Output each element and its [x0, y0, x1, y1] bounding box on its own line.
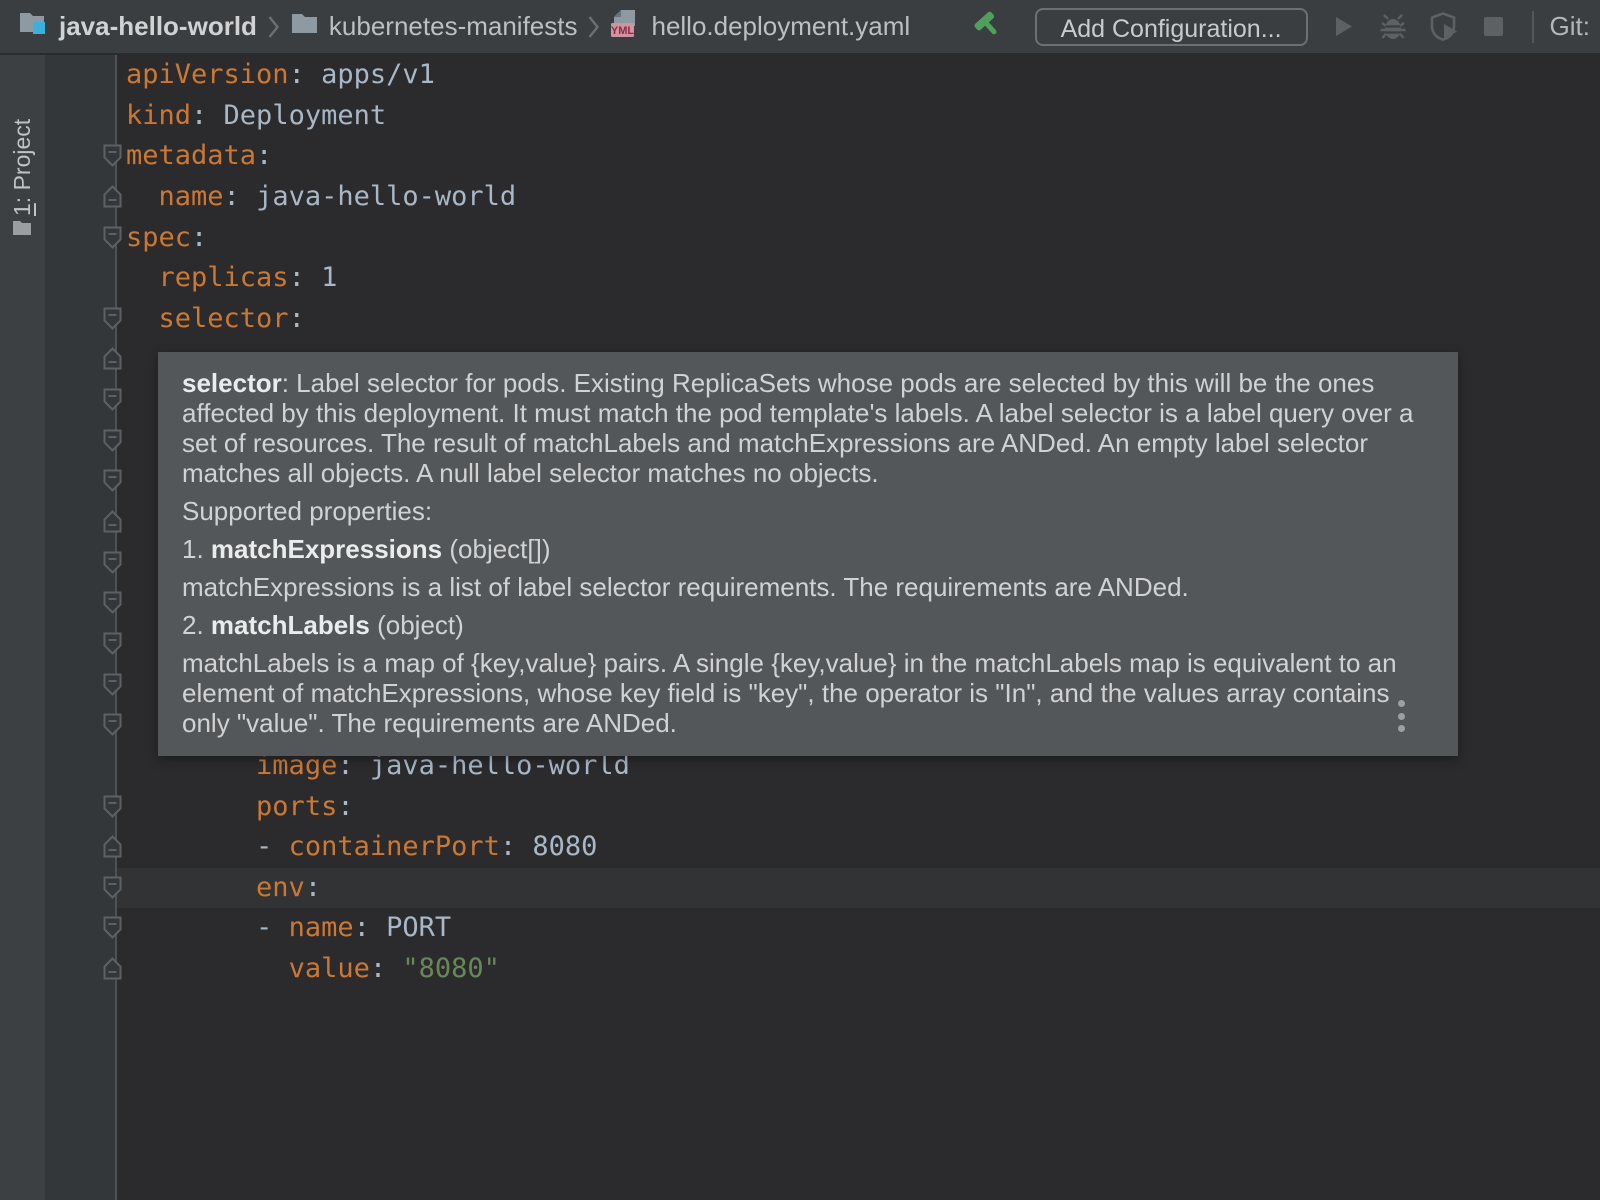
run-with-coverage-icon[interactable] [1430, 11, 1460, 43]
add-configuration-button[interactable]: Add Configuration... [1035, 8, 1308, 46]
code-line[interactable]: name: java-hello-world [0, 177, 1600, 218]
project-button-number: 1 [9, 203, 35, 216]
fold-region-start-icon[interactable] [102, 225, 123, 250]
fold-region-end-icon[interactable] [102, 956, 123, 981]
code-line[interactable]: replicas: 1 [0, 258, 1600, 299]
fold-region-start-icon[interactable] [102, 468, 123, 493]
fold-region-start-icon[interactable] [102, 387, 123, 412]
code-line-text: apiVersion: apps/v1 [126, 55, 435, 96]
code-line[interactable]: apiVersion: apps/v1 [0, 55, 1600, 96]
build-hammer-icon[interactable] [968, 7, 1006, 47]
breadcrumb-label: java-hello-world [59, 11, 257, 42]
kebab-menu-icon[interactable] [1398, 700, 1406, 732]
doc-paragraph: 1. matchExpressions (object[]) [182, 534, 1434, 564]
line-background [117, 299, 1600, 340]
code-line-text: spec: [126, 218, 207, 259]
doc-paragraph: matchExpressions is a list of label sele… [182, 572, 1434, 602]
fold-region-start-icon[interactable] [102, 590, 123, 615]
current-line-highlight [117, 868, 1600, 909]
left-tool-stripe: 1: Project [0, 55, 45, 1200]
fold-region-end-icon[interactable] [102, 184, 123, 209]
code-line-text: name: java-hello-world [126, 177, 516, 218]
fold-region-start-icon[interactable] [102, 143, 123, 168]
breadcrumb-directory[interactable]: kubernetes-manifests [290, 11, 578, 42]
fold-region-start-icon[interactable] [102, 428, 123, 453]
chevron-right-icon [267, 14, 280, 40]
fold-region-end-icon[interactable] [102, 346, 123, 371]
line-background [117, 258, 1600, 299]
stop-icon[interactable] [1482, 15, 1505, 38]
code-line[interactable]: env: [0, 868, 1600, 909]
code-line-text: replicas: 1 [126, 258, 337, 299]
yml-badge: YML [611, 25, 635, 37]
doc-paragraph: matchLabels is a map of {key,value} pair… [182, 648, 1434, 738]
fold-region-start-icon[interactable] [102, 672, 123, 697]
quick-doc-tooltip: selector: Label selector for pods. Exist… [158, 352, 1458, 756]
doc-paragraph: Supported properties: [182, 496, 1434, 526]
code-line-text: ports: [126, 787, 354, 828]
code-line[interactable]: spec: [0, 218, 1600, 259]
code-line[interactable]: kind: Deployment [0, 96, 1600, 137]
run-icon[interactable] [1329, 13, 1356, 40]
code-line[interactable]: ports: [0, 787, 1600, 828]
project-tool-window-button[interactable]: 1: Project [0, 117, 45, 217]
yaml-file-icon: YML [610, 8, 641, 46]
code-line[interactable]: metadata: [0, 136, 1600, 177]
fold-region-start-icon[interactable] [102, 794, 123, 819]
ide-window: java-hello-world kubernetes-manifests [0, 0, 1600, 1200]
breadcrumb-file[interactable]: YML hello.deployment.yaml [610, 8, 910, 46]
breadcrumb-toolbar: java-hello-world kubernetes-manifests [0, 0, 1600, 55]
line-background [117, 218, 1600, 259]
breadcrumb-label: hello.deployment.yaml [651, 11, 910, 42]
code-line-text: env: [126, 868, 321, 909]
code-line[interactable]: selector: [0, 299, 1600, 340]
code-line-text: - containerPort: 8080 [126, 827, 597, 868]
fold-region-start-icon[interactable] [102, 306, 123, 331]
doc-paragraphs: selector: Label selector for pods. Exist… [182, 368, 1434, 738]
code-line-text: metadata: [126, 136, 272, 177]
fold-region-start-icon[interactable] [102, 712, 123, 737]
code-line[interactable]: value: "8080" [0, 949, 1600, 990]
breadcrumb-project[interactable]: java-hello-world [18, 9, 257, 45]
toolbar-divider [1532, 11, 1534, 43]
git-branch-widget[interactable]: Git: [1550, 11, 1590, 42]
debug-bug-icon[interactable] [1378, 12, 1408, 42]
code-line[interactable]: - name: PORT [0, 908, 1600, 949]
code-line-text: - name: PORT [126, 908, 451, 949]
fold-region-end-icon[interactable] [102, 834, 123, 859]
code-line-text: value: "8080" [126, 949, 500, 990]
doc-paragraph: selector: Label selector for pods. Exist… [182, 368, 1434, 488]
project-folder-icon [18, 9, 49, 45]
code-line[interactable]: - containerPort: 8080 [0, 827, 1600, 868]
folder-icon [12, 219, 32, 241]
folder-icon [290, 11, 319, 42]
project-button-label: Project [9, 118, 35, 190]
fold-region-end-icon[interactable] [102, 509, 123, 534]
fold-region-start-icon[interactable] [102, 550, 123, 575]
line-background [117, 136, 1600, 177]
fold-region-start-icon[interactable] [102, 875, 123, 900]
code-line-text: selector: [126, 299, 305, 340]
doc-paragraph: 2. matchLabels (object) [182, 610, 1434, 640]
breadcrumb-label: kubernetes-manifests [329, 11, 578, 42]
fold-region-start-icon[interactable] [102, 915, 123, 940]
code-line-text: kind: Deployment [126, 96, 386, 137]
chevron-right-icon [587, 14, 600, 40]
fold-region-start-icon[interactable] [102, 631, 123, 656]
